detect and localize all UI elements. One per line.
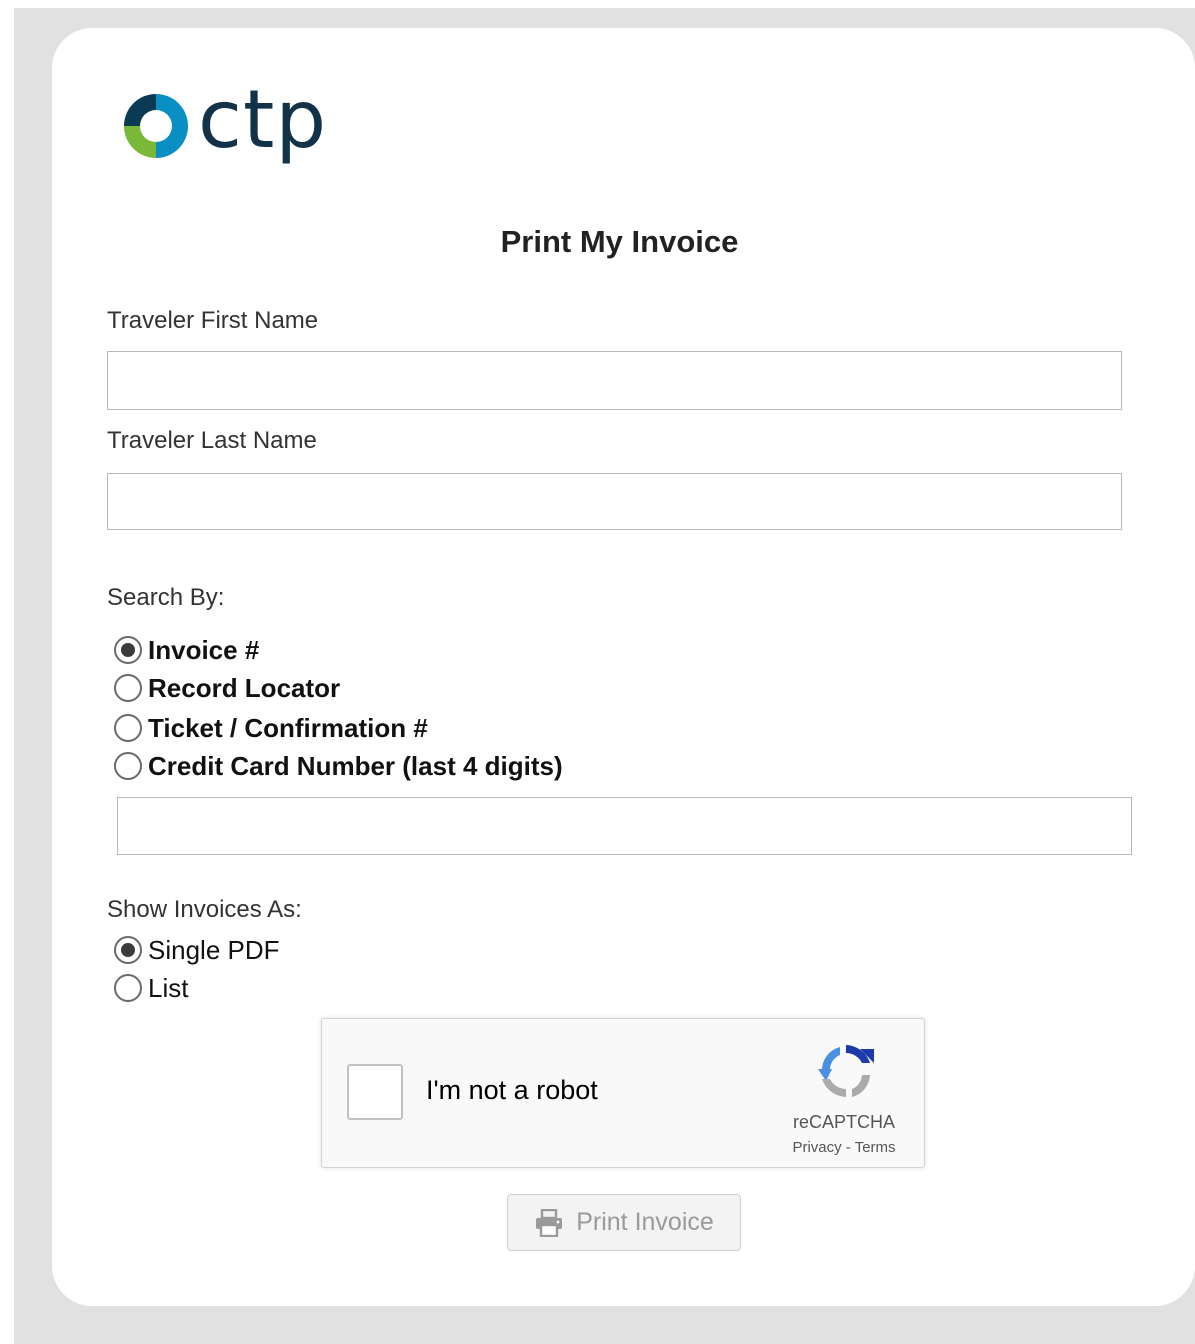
print-invoice-label: Print Invoice	[576, 1208, 714, 1236]
radio-button[interactable]	[114, 974, 142, 1002]
search-by-option-ticket[interactable]: Ticket / Confirmation #	[114, 710, 428, 746]
radio-button[interactable]	[114, 936, 142, 964]
last-name-input[interactable]	[107, 473, 1122, 530]
radio-button[interactable]	[114, 674, 142, 702]
last-name-label: Traveler Last Name	[107, 427, 317, 454]
search-by-option-invoice[interactable]: Invoice #	[114, 632, 259, 668]
print-invoice-button[interactable]: Print Invoice	[507, 1194, 741, 1251]
radio-label: Single PDF	[148, 934, 280, 965]
page-title: Print My Invoice	[500, 224, 739, 259]
search-by-option-credit-card[interactable]: Credit Card Number (last 4 digits)	[114, 748, 563, 784]
radio-label: Credit Card Number (last 4 digits)	[148, 750, 563, 781]
radio-label: List	[148, 972, 189, 1003]
printer-icon	[536, 1208, 563, 1237]
show-as-option-single-pdf[interactable]: Single PDF	[114, 932, 280, 968]
recaptcha-link-separator: -	[841, 1139, 855, 1156]
show-as-option-list[interactable]: List	[114, 970, 188, 1006]
recaptcha-widget: I'm not a robot reCAPTCHA Privacy - Term…	[321, 1018, 925, 1168]
recaptcha-checkbox[interactable]	[347, 1064, 403, 1120]
recaptcha-terms-link[interactable]: Terms	[855, 1139, 896, 1156]
search-value-input[interactable]	[117, 797, 1132, 855]
ctp-logo-mark-icon	[124, 94, 188, 158]
recaptcha-privacy-link[interactable]: Privacy	[792, 1139, 841, 1156]
radio-label: Ticket / Confirmation #	[148, 712, 428, 743]
radio-button[interactable]	[114, 752, 142, 780]
first-name-label: Traveler First Name	[107, 307, 319, 334]
recaptcha-icon	[818, 1045, 874, 1097]
radio-label: Record Locator	[148, 672, 341, 703]
first-name-input[interactable]	[107, 351, 1122, 410]
radio-label: Invoice #	[148, 634, 260, 665]
radio-button[interactable]	[114, 636, 142, 664]
search-by-option-record-locator[interactable]: Record Locator	[114, 670, 340, 706]
show-invoices-label: Show Invoices As:	[107, 896, 302, 923]
ctp-logo: ctp	[122, 80, 327, 166]
recaptcha-brand: reCAPTCHA	[792, 1112, 895, 1132]
recaptcha-label: I'm not a robot	[426, 1075, 598, 1105]
logo-text: ctp	[198, 73, 328, 166]
recaptcha-links: Privacy - Terms	[762, 1139, 926, 1156]
search-by-label: Search By:	[107, 584, 225, 611]
radio-button[interactable]	[114, 714, 142, 742]
